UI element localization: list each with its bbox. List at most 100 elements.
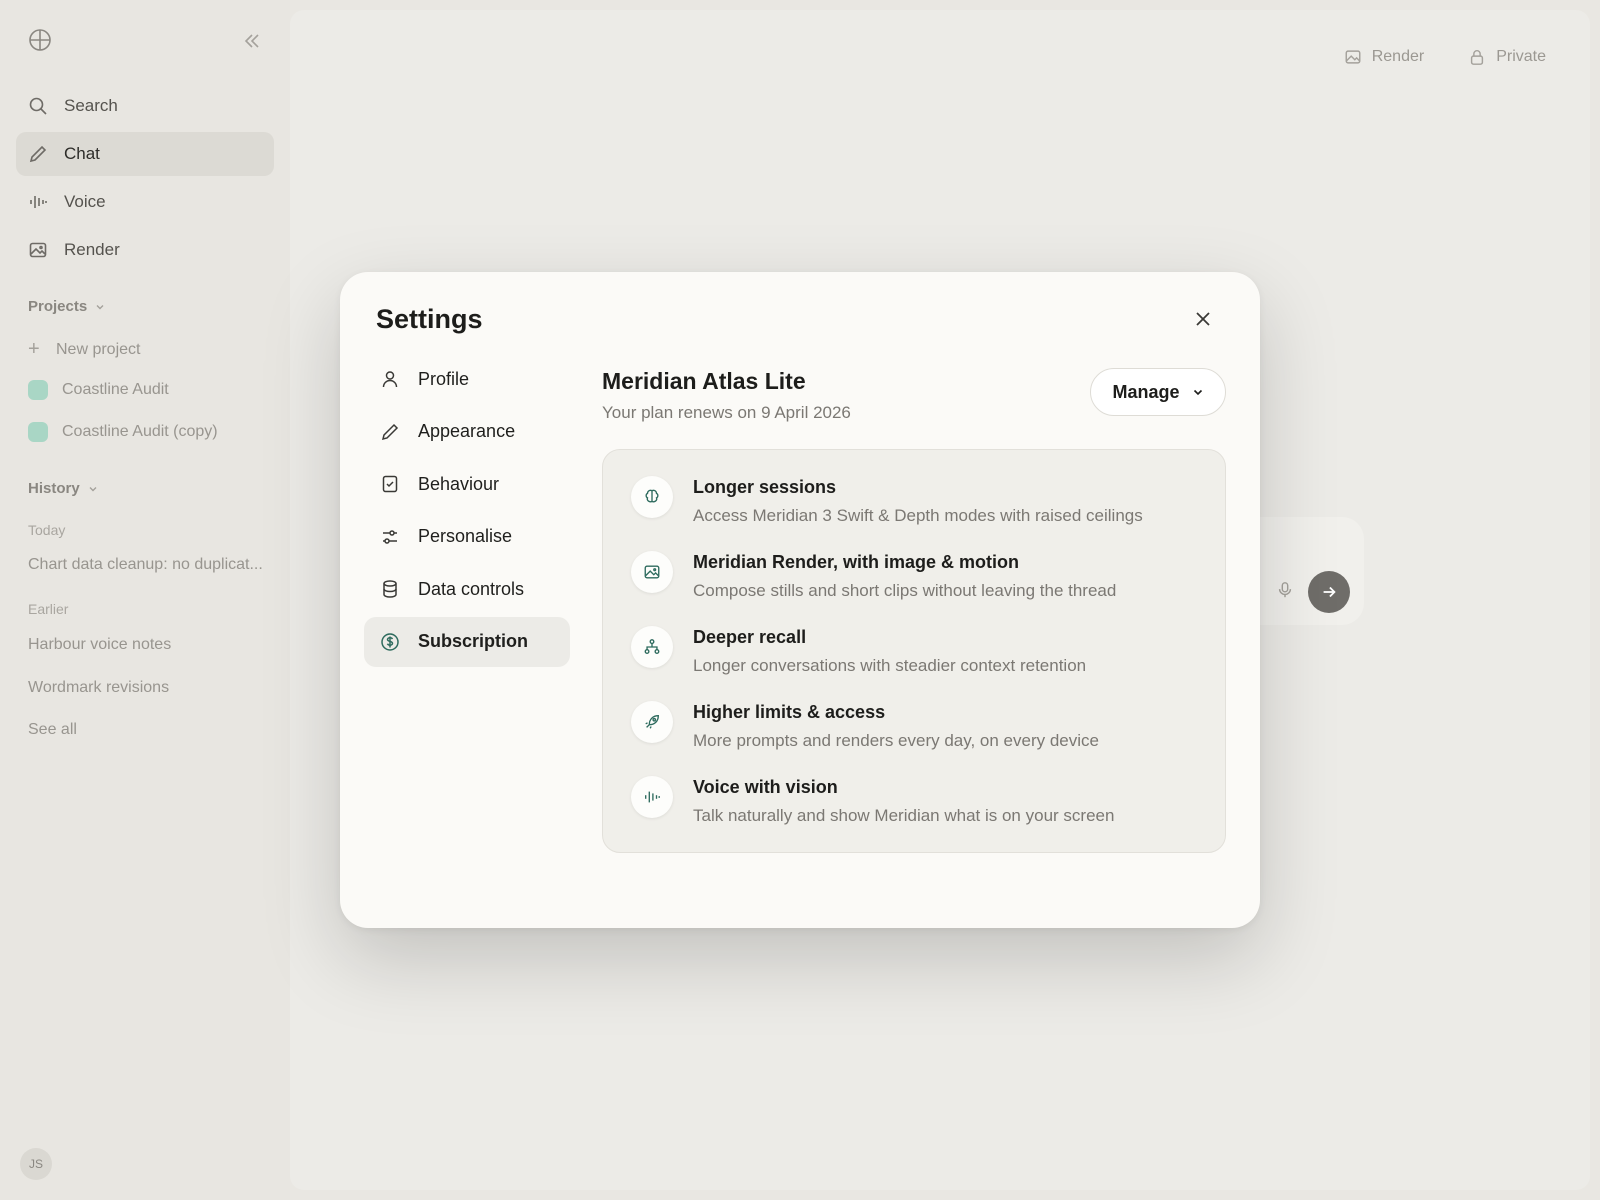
chevron-down-icon (1193, 389, 1202, 396)
project-item[interactable]: Coastline Audit (28, 380, 169, 400)
chevron-down-icon (89, 486, 97, 491)
feature-item: Deeper recall Longer conversations with … (631, 626, 1197, 701)
settings-nav: Profile Appearance Behaviour Personalise (364, 354, 570, 669)
feature-item: Voice with vision Talk naturally and sho… (631, 776, 1197, 851)
history-earlier-label: Earlier (28, 601, 69, 617)
feature-title: Meridian Render, with image & motion (693, 552, 1020, 572)
avatar[interactable]: JS (20, 1148, 52, 1180)
brain-icon (631, 476, 673, 518)
project-color-icon (28, 422, 48, 442)
history-item[interactable]: Harbour voice notes (28, 636, 278, 654)
tab-label: Profile (418, 368, 470, 389)
feature-text: Higher limits & access More prompts and … (693, 701, 1099, 751)
feature-text: Deeper recall Longer conversations with … (693, 626, 1086, 676)
manage-dropdown[interactable]: Manage (1090, 368, 1226, 416)
document-check-icon (380, 474, 400, 494)
tab-label: Subscription (418, 631, 529, 651)
collapse-sidebar-icon[interactable] (242, 31, 262, 51)
hierarchy-icon (631, 626, 673, 668)
feature-text: Meridian Render, with image & motion Com… (693, 551, 1116, 601)
image-icon (1345, 50, 1361, 64)
rocket-icon (631, 701, 673, 743)
sidebar-item-voice[interactable]: Voice (16, 180, 274, 224)
manage-label: Manage (1112, 381, 1180, 402)
see-all-link[interactable]: See all (28, 721, 278, 739)
tab-subscription[interactable]: Subscription (364, 616, 570, 667)
feature-description: More prompts and renders every day, on e… (693, 731, 1099, 750)
tab-label: Personalise (418, 526, 513, 546)
feature-description: Access Meridian 3 Swift & Depth modes wi… (693, 506, 1143, 525)
image-icon (28, 240, 48, 260)
tab-personalise[interactable]: Personalise (364, 512, 570, 562)
tab-appearance[interactable]: Appearance (364, 407, 570, 457)
feature-list: Longer sessions Access Meridian 3 Swift … (602, 449, 1226, 853)
sidebar-item-label: Render (64, 240, 120, 259)
chevron-down-icon (96, 304, 104, 309)
feature-text: Voice with vision Talk naturally and sho… (693, 776, 1114, 826)
logo-icon[interactable] (28, 28, 54, 54)
projects-heading-label: Projects (28, 298, 88, 315)
tab-label: Behaviour (418, 473, 500, 494)
private-button-label: Private (1496, 48, 1546, 65)
project-item[interactable]: Coastline Audit (copy) (28, 422, 218, 442)
sidebar-item-search[interactable]: Search (16, 84, 274, 128)
feature-item: Longer sessions Access Meridian 3 Swift … (631, 476, 1197, 551)
history-item[interactable]: Chart data cleanup: no duplicat... (28, 556, 278, 574)
feature-description: Talk naturally and show Meridian what is… (693, 806, 1115, 825)
feature-title: Deeper recall (693, 627, 807, 647)
sidebar-item-render[interactable]: Render (16, 228, 274, 272)
plan-name: Meridian Atlas Lite (602, 368, 806, 394)
feature-description: Compose stills and short clips without l… (693, 581, 1117, 600)
settings-modal: Settings Profile Appearance Behaviour Pe… (340, 272, 1260, 928)
close-icon[interactable] (1192, 308, 1216, 332)
plus-icon: + (28, 338, 40, 360)
new-project-button[interactable]: + New project (28, 338, 140, 361)
image-icon (631, 551, 673, 593)
history-today-label: Today (28, 522, 66, 538)
render-button[interactable]: Render (1344, 48, 1424, 66)
feature-item: Higher limits & access More prompts and … (631, 701, 1197, 776)
arrow-right-icon (1323, 586, 1336, 598)
project-label: Coastline Audit (62, 381, 169, 398)
plan-renewal: Your plan renews on 9 April 2026 (602, 403, 851, 422)
modal-title: Settings (376, 304, 483, 334)
search-icon (28, 96, 48, 116)
waveform-icon (631, 776, 673, 818)
private-button[interactable]: Private (1468, 48, 1546, 66)
microphone-icon[interactable] (1276, 581, 1294, 604)
feature-title: Voice with vision (693, 777, 838, 797)
database-icon (380, 579, 400, 599)
sidebar-item-chat[interactable]: Chat (16, 132, 274, 176)
sidebar-item-label: Voice (64, 192, 106, 211)
history-item[interactable]: Wordmark revisions (28, 679, 278, 697)
history-heading[interactable]: History (28, 480, 98, 497)
sidebar-item-label: Search (64, 96, 118, 115)
projects-heading[interactable]: Projects (28, 298, 105, 315)
feature-text: Longer sessions Access Meridian 3 Swift … (693, 476, 1143, 526)
tab-profile[interactable]: Profile (364, 354, 570, 404)
render-button-label: Render (1371, 48, 1425, 65)
send-button[interactable] (1308, 571, 1350, 613)
sidebar-nav: Search Chat Voice Render (16, 84, 274, 276)
sidebar: Search Chat Voice Render Projects + New … (0, 0, 290, 1200)
top-actions: Render Private (1344, 48, 1546, 66)
app: Search Chat Voice Render Projects + New … (0, 0, 1600, 1200)
person-icon (380, 369, 400, 389)
sidebar-header (28, 28, 264, 58)
feature-item: Meridian Render, with image & motion Com… (631, 551, 1197, 626)
sidebar-item-label: Chat (64, 144, 100, 163)
tab-label: Data controls (418, 578, 525, 599)
dollar-circle-icon (380, 632, 400, 652)
sliders-icon (380, 527, 400, 547)
tab-behaviour[interactable]: Behaviour (364, 459, 570, 509)
project-label: Coastline Audit (copy) (62, 423, 218, 440)
feature-description: Longer conversations with steadier conte… (693, 656, 1087, 675)
feature-title: Longer sessions (693, 477, 837, 497)
feature-title: Higher limits & access (693, 702, 886, 722)
project-color-icon (28, 380, 48, 400)
pencil-icon (28, 144, 48, 164)
pencil-icon (380, 422, 400, 442)
new-project-label: New project (56, 340, 141, 358)
tab-data-controls[interactable]: Data controls (364, 564, 570, 614)
waveform-icon (28, 192, 48, 212)
